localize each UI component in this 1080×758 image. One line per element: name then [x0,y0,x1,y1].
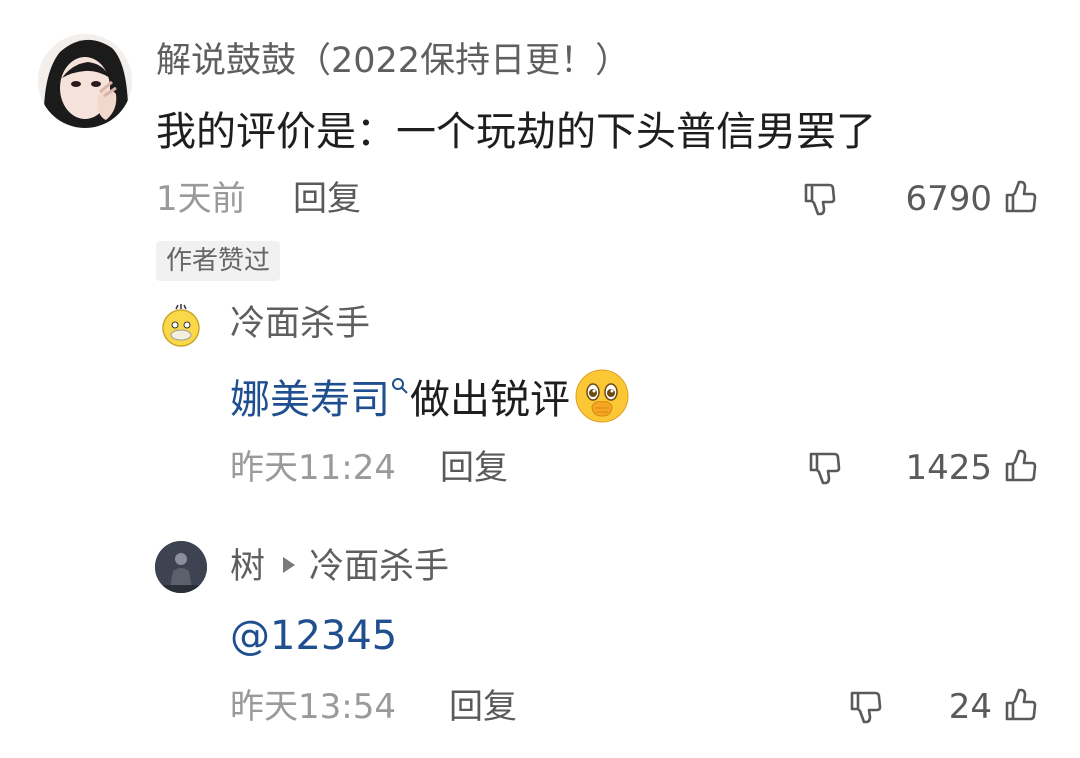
thumbs-up-icon[interactable] [1003,179,1039,215]
like-count: 6790 [905,179,992,219]
commenter-name[interactable]: 解说鼓鼓（2022保持日更！） [156,44,630,79]
comment-time: 1天前 [156,179,246,219]
reply-time: 昨天13:54 [230,687,396,727]
mention-link[interactable]: @12345 [230,613,397,659]
reply-avatar[interactable] [155,541,207,593]
reply-username-text[interactable]: 树 [230,547,265,587]
reply-username[interactable]: 冷面杀手 [230,307,370,342]
like-count: 24 [948,687,992,727]
like-count: 1425 [905,448,992,488]
duck-avatar-image [162,304,200,347]
thumbs-up-icon[interactable] [1003,687,1039,723]
reply-username: 树 冷面杀手 [230,550,449,585]
reply-to-username[interactable]: 冷面杀手 [309,547,449,587]
commenter-avatar[interactable] [38,34,132,128]
reply-time: 昨天11:24 [230,448,396,488]
reply-text-rest: 做出锐评 [410,377,570,423]
reply-to-arrow-icon [283,557,296,573]
search-link[interactable]: 娜美寿司 [230,377,390,423]
search-icon[interactable] [390,376,410,396]
reply-avatar[interactable] [158,303,204,349]
avatar-image [38,34,132,128]
thumbs-down-icon[interactable] [848,689,884,725]
thumbs-down-icon[interactable] [807,450,843,486]
thumbs-up-icon[interactable] [1003,448,1039,484]
holding-back-tears-emoji [575,369,629,423]
reply-button[interactable]: 回复 [293,182,361,216]
reply-button[interactable]: 回复 [449,690,517,724]
author-liked-badge: 作者赞过 [156,241,281,281]
night-avatar-image [155,541,207,593]
reply-button[interactable]: 回复 [440,451,508,485]
reply-text: 娜美寿司 做出锐评 [230,369,630,430]
reply-text: @12345 [230,616,397,656]
thumbs-down-icon[interactable] [802,181,838,217]
comment-text: 我的评价是：一个玩劫的下头普信男罢了 [156,109,876,155]
